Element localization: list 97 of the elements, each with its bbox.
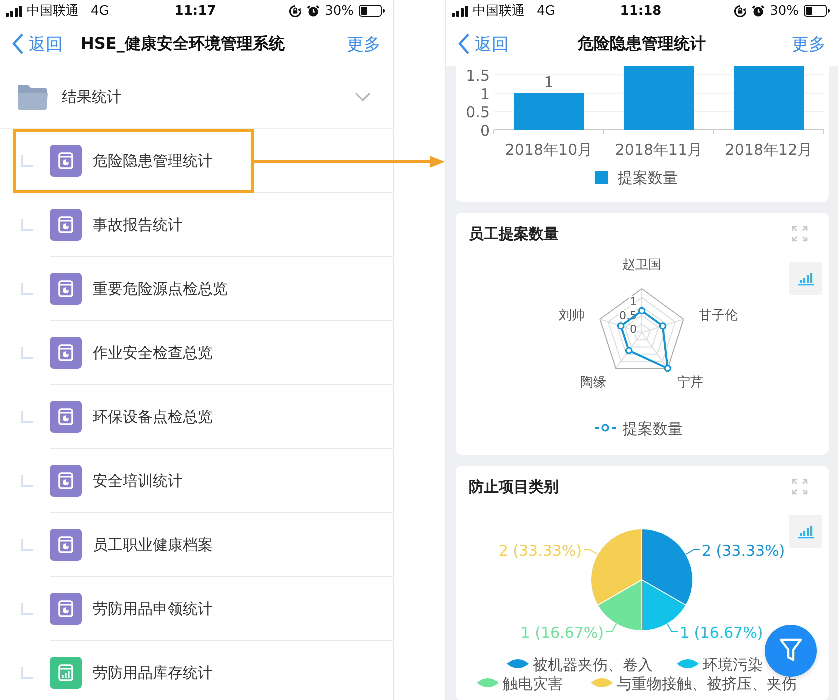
battery-percent: 30% — [770, 4, 799, 18]
report-item[interactable]: 危险隐患管理统计 — [0, 129, 393, 193]
signal-icon — [452, 6, 469, 16]
axis-label: 陶缘 — [580, 376, 607, 391]
bar — [624, 66, 694, 130]
tree-branch-icon — [21, 475, 33, 487]
report-item[interactable]: 环保设备点检总览 — [0, 385, 393, 449]
tree-branch-icon — [21, 283, 33, 295]
pie-report-icon — [50, 529, 82, 561]
folder-row[interactable]: 结果统计 — [0, 66, 393, 129]
tree-branch-icon — [21, 411, 33, 423]
network-type: 4G — [91, 4, 110, 18]
bar-chart-icon — [796, 272, 814, 286]
bar-chart-icon — [796, 524, 814, 538]
report-item[interactable]: 员工职业健康档案 — [0, 513, 393, 577]
data-point — [617, 322, 625, 330]
status-time: 11:18 — [620, 4, 662, 18]
legend-label: 被机器夹伤、卷入 — [533, 656, 653, 674]
tree-branch-icon — [21, 539, 33, 551]
report-item[interactable]: 事故报告统计 — [0, 193, 393, 257]
network-type: 4G — [537, 4, 556, 18]
tree-branch-icon — [21, 667, 33, 679]
axis-label: 2018年12月 — [725, 141, 813, 159]
axis-label: 1 — [630, 296, 637, 308]
folder-icon — [17, 84, 49, 110]
legend-label: 与重物接触、被挤压、夹伤 — [617, 675, 797, 693]
alarm-icon — [307, 4, 320, 18]
leader-line — [606, 624, 617, 632]
tree-branch-icon — [21, 603, 33, 615]
leader-line — [686, 550, 700, 555]
legend-label: 环境污染 — [703, 656, 763, 674]
axis-label: 0.5 — [466, 104, 490, 122]
report-item[interactable]: 安全培训统计 — [0, 449, 393, 513]
pie-report-icon — [50, 209, 82, 241]
data-point — [625, 347, 633, 354]
tree-branch-icon — [21, 219, 33, 231]
bar — [514, 93, 584, 130]
signal-icon — [6, 6, 23, 16]
axis-label: 刘帅 — [558, 308, 585, 324]
legend-label: 提案数量 — [618, 169, 678, 187]
bar-report-icon — [50, 657, 82, 689]
expand-icon[interactable] — [792, 226, 808, 242]
battery-percent: 30% — [325, 4, 354, 18]
legend-swatch — [595, 171, 608, 184]
axis-label: 0 — [630, 323, 637, 336]
expand-icon[interactable] — [792, 479, 808, 495]
report-item[interactable]: 重要危险源点检总览 — [0, 257, 393, 321]
data-label: 2 (33.33%) — [498, 542, 582, 560]
alarm-icon — [752, 4, 766, 18]
page-title: 危险隐患管理统计 — [578, 34, 706, 54]
carrier-name: 中国联通 — [473, 3, 525, 20]
pie-report-icon — [50, 465, 82, 497]
value-label: 1 — [544, 73, 554, 92]
status-time: 11:17 — [174, 4, 216, 18]
page-title: HSE_健康安全环境管理系统 — [81, 34, 285, 54]
leader-line — [667, 624, 678, 632]
axis-label: 1.5 — [466, 67, 490, 86]
chart-type-button[interactable] — [789, 262, 822, 295]
card-title: 员工提案数量 — [469, 225, 559, 244]
legend-label: 触电灾害 — [503, 675, 563, 693]
bar — [734, 66, 804, 130]
rotation-lock-icon — [734, 4, 748, 18]
pie-report-icon — [50, 145, 82, 177]
battery-icon — [804, 5, 830, 17]
legend-label: 提案数量 — [623, 420, 683, 438]
data-label: 1 (16.67%) — [680, 624, 764, 642]
radar-line — [620, 310, 670, 370]
axis-label: 1 — [480, 85, 490, 104]
carrier-name: 中国联通 — [27, 3, 79, 20]
tree-branch-icon — [21, 347, 33, 359]
pie-report-icon — [50, 593, 82, 625]
battery-icon — [358, 5, 385, 17]
axis-label: 宁芹 — [677, 376, 704, 391]
data-label: 2 (33.33%) — [702, 542, 786, 560]
chart-type-button[interactable] — [789, 515, 822, 548]
axis-label: 赵卫国 — [622, 258, 662, 273]
axis-label: 2018年11月 — [615, 141, 703, 159]
axis-label: 2018年10月 — [505, 141, 593, 159]
data-label: 1 (16.67%) — [520, 624, 604, 642]
rotation-lock-icon — [289, 4, 302, 18]
report-item[interactable]: 劳防用品申领统计 — [0, 577, 393, 641]
pie-report-icon — [50, 273, 82, 305]
filter-icon — [779, 638, 803, 664]
card-title: 防止项目类别 — [469, 478, 559, 497]
legend-icon — [594, 424, 617, 432]
report-item[interactable]: 作业安全检查总览 — [0, 321, 393, 385]
chevron-left-icon — [12, 33, 24, 55]
data-point — [638, 307, 646, 315]
chevron-left-icon — [458, 33, 470, 55]
data-point — [659, 322, 667, 330]
pie-report-icon — [50, 337, 82, 369]
leader-line — [584, 550, 598, 555]
pie-report-icon — [50, 401, 82, 433]
tree-branch-icon — [21, 155, 33, 167]
data-point — [664, 365, 672, 372]
axis-label: 0 — [480, 122, 490, 140]
axis-label: 甘子伦 — [699, 308, 738, 324]
